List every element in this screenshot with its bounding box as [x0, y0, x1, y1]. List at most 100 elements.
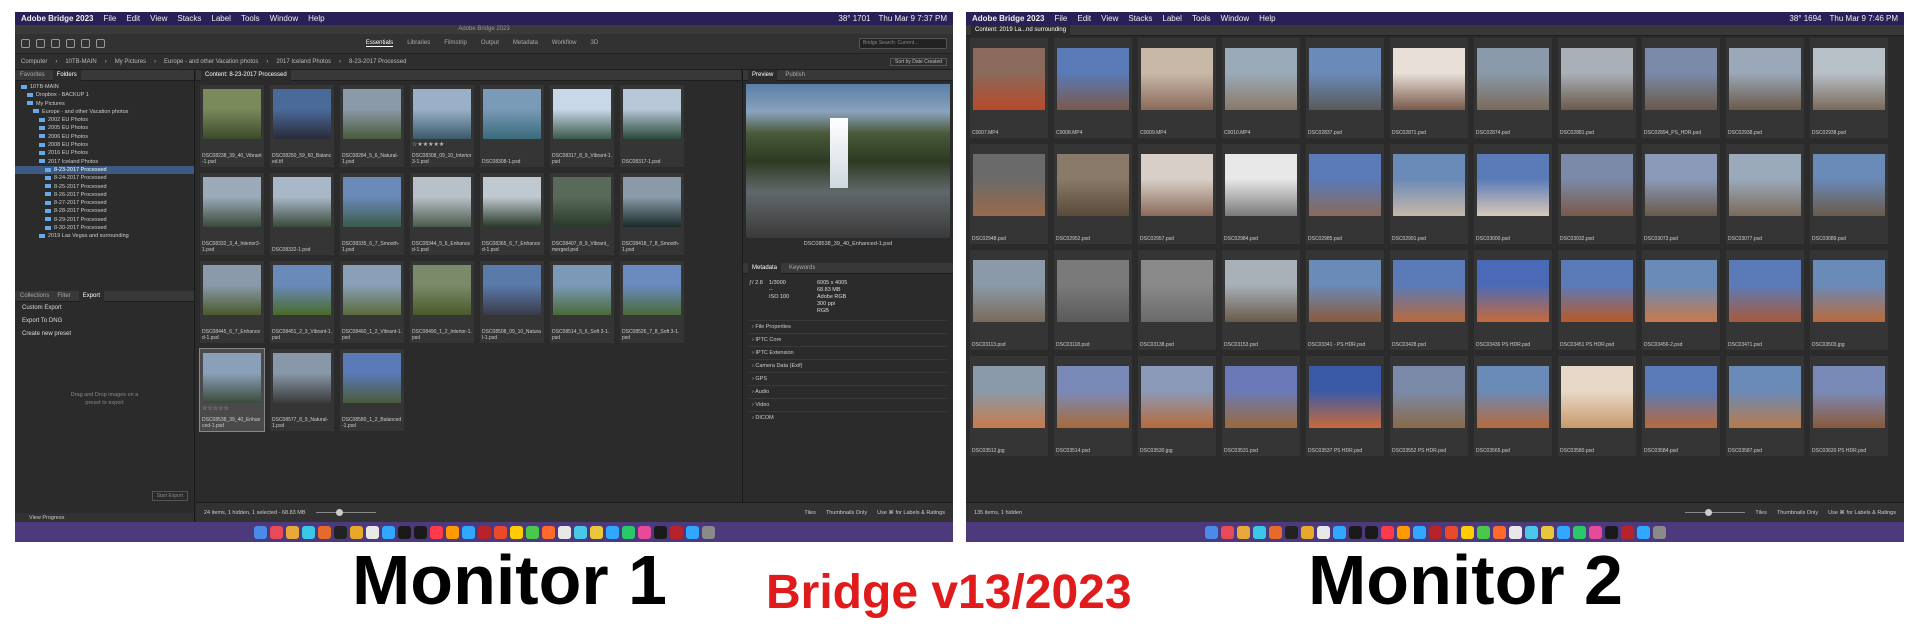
folder-tree-item[interactable]: 2017 Iceland Photos [15, 158, 194, 166]
menu-item[interactable]: View [1101, 14, 1118, 23]
dock-app-icon[interactable] [1428, 525, 1442, 539]
dock-app-icon[interactable] [509, 525, 523, 539]
thumbnail-cell[interactable]: DSC03514.psd [1054, 356, 1132, 456]
menu-item[interactable]: Stacks [1128, 14, 1152, 23]
menu-item[interactable]: File [103, 14, 116, 23]
dock-app-icon[interactable] [1620, 525, 1634, 539]
thumbnail-cell[interactable]: DSC08460_1_2_Vibrant-1.psd [340, 261, 404, 343]
folder-tree-item[interactable]: 8-28-2017 Processed [15, 207, 194, 215]
thumbnail-cell[interactable]: DSC02952.psd [1054, 144, 1132, 244]
thumbnail-cell[interactable]: DSC02938.psd [1726, 38, 1804, 138]
dock-app-icon[interactable] [413, 525, 427, 539]
dock-app-icon[interactable] [589, 525, 603, 539]
dock-app-icon[interactable] [301, 525, 315, 539]
menu-item[interactable]: Help [1259, 14, 1275, 23]
thumbnail-cell[interactable]: DSC08407_8_9_Vibrant_merged.psd [550, 173, 614, 255]
tab-export[interactable]: Export [78, 290, 105, 302]
breadcrumb-item[interactable]: My Pictures [115, 59, 146, 65]
dock-app-icon[interactable] [461, 525, 475, 539]
dock-app-icon[interactable] [1252, 525, 1266, 539]
thumbnail-cell[interactable]: DSC08344_5_6_Enhanced-1.psd [410, 173, 474, 255]
thumbnail-cell[interactable]: DSC08365_6_7_Enhanced-1.psd [480, 173, 544, 255]
thumbnail-cell[interactable]: DSC03153.psd [1222, 250, 1300, 350]
slider-handle[interactable] [1705, 509, 1713, 516]
thumbnail-cell[interactable]: DSC03451 PS HDR.psd [1558, 250, 1636, 350]
folder-tree-item[interactable]: 8-23-2017 Processed [15, 165, 194, 175]
tab-favorites[interactable]: Favorites [20, 72, 45, 78]
dock-app-icon[interactable] [1556, 525, 1570, 539]
thumbnail-cell[interactable]: DSC03471.psd [1726, 250, 1804, 350]
dock-app-icon[interactable] [381, 525, 395, 539]
menu-item[interactable]: File [1054, 14, 1067, 23]
thumbnail-cell[interactable]: DSC02991.psd [1390, 144, 1468, 244]
dock-app-icon[interactable] [397, 525, 411, 539]
folder-tree-item[interactable]: 8-24-2017 Processed [15, 174, 194, 182]
thumbnail-cell[interactable]: DSC02957.psd [1138, 144, 1216, 244]
thumbnail-cell[interactable]: DSC08317_8_9_Vibrant-1.psd [550, 85, 614, 167]
dock-app-icon[interactable] [1524, 525, 1538, 539]
metadata-section[interactable]: › File Properties [749, 320, 947, 333]
folder-tree-item[interactable]: 8-30-2017 Processed [15, 224, 194, 232]
menu-app-name[interactable]: Adobe Bridge 2023 [21, 14, 93, 23]
menu-item[interactable]: Help [308, 14, 324, 23]
thumbnail-cell[interactable]: DSC08317-1.psd [620, 85, 684, 167]
dock-app-icon[interactable] [1460, 525, 1474, 539]
dock-app-icon[interactable] [557, 525, 571, 539]
search-input[interactable]: Bridge Search: Current... [858, 38, 947, 49]
dock-app-icon[interactable] [1236, 525, 1250, 539]
breadcrumb-item[interactable]: 2017 Iceland Photos [276, 59, 331, 65]
folder-tree-item[interactable]: Europe - and other Vacation photos [15, 108, 194, 116]
folder-tree-item[interactable]: 2008 EU Photos [15, 141, 194, 149]
thumbnail-cell[interactable]: DSC03436 PS HDR.psd [1474, 250, 1552, 350]
dock-app-icon[interactable] [1204, 525, 1218, 539]
thumbnail-size-slider[interactable] [315, 509, 376, 516]
export-custom[interactable]: Custom Export [15, 302, 194, 315]
dock-app-icon[interactable] [1220, 525, 1234, 539]
metadata-section[interactable]: › GPS [749, 372, 947, 385]
dock-app-icon[interactable] [525, 525, 539, 539]
dock-app-icon[interactable] [333, 525, 347, 539]
thumbnail-cell[interactable]: DSC03503.jpg [1810, 250, 1888, 350]
dock-app-icon[interactable] [1588, 525, 1602, 539]
dock-app-icon[interactable] [1572, 525, 1586, 539]
menu-item[interactable]: Window [1221, 14, 1249, 23]
thumbnail-cell[interactable]: DSC08332-1.psd [270, 173, 334, 255]
workspace-tab[interactable]: 3D [590, 40, 598, 47]
dock-app-icon[interactable] [1412, 525, 1426, 539]
breadcrumb-item[interactable]: Europe - and other Vacation photos [164, 59, 258, 65]
workspace-tab[interactable]: Output [481, 40, 499, 47]
dock-app-icon[interactable] [1332, 525, 1346, 539]
thumbnail-cell[interactable]: DSC03580.psd [1558, 356, 1636, 456]
thumbnail-cell[interactable]: DSC03077.psd [1726, 144, 1804, 244]
dock-app-icon[interactable] [317, 525, 331, 539]
thumbnail-cell[interactable]: DSC03530.jpg [1138, 356, 1216, 456]
export-drop-zone[interactable]: Drag and Drop images on a preset to expo… [15, 391, 194, 407]
thumbnail-cell[interactable]: DSC08284_5_6_Natural-1.psd [340, 85, 404, 167]
opt-thumbs-only[interactable]: Thumbnails Only [1777, 510, 1818, 516]
thumbnail-cell[interactable]: DSC08451_2_3_Vibrant-1.psd [270, 261, 334, 343]
opt-thumbs-only[interactable]: Thumbnails Only [826, 510, 867, 516]
opt-labels-ratings[interactable]: Use ⌘ for Labels & Ratings [877, 510, 945, 516]
dock-app-icon[interactable] [621, 525, 635, 539]
thumbnail-cell[interactable]: DSC02881.psd [1558, 38, 1636, 138]
tab-metadata[interactable]: Metadata [748, 262, 782, 274]
thumbnail-cell[interactable]: DSC08514_5_6_Soft 3-1.psd [550, 261, 614, 343]
export-dng[interactable]: Export To DNG [15, 315, 194, 328]
thumbnail-cell[interactable]: ☆★★★★★ DSC08308_09_10_Interior3-1.psd [410, 85, 474, 167]
thumbnail-cell[interactable]: DSC08308-1.psd [480, 85, 544, 167]
menu-item[interactable]: Edit [1077, 14, 1091, 23]
folder-tree-item[interactable]: Dropbox - BACKUP 1 [15, 91, 194, 99]
folder-tree-item[interactable]: 8-25-2017 Processed [15, 183, 194, 191]
thumbnail-cell[interactable]: DSC03587.psd [1726, 356, 1804, 456]
thumbnail-cell[interactable]: DSC02948.psd [970, 144, 1048, 244]
camera-icon[interactable] [66, 39, 75, 48]
thumbnail-cell[interactable]: DSC08250_59_60_Balanced.tif [270, 85, 334, 167]
dock-app-icon[interactable] [1348, 525, 1362, 539]
thumbnail-cell[interactable]: DSC08335_6_7_Smooth-1.psd [340, 173, 404, 255]
rating-stars[interactable]: ☆☆☆☆☆ [202, 405, 229, 412]
thumbnail-cell[interactable]: DSC03341 - PS HDR.psd [1306, 250, 1384, 350]
folder-tree-item[interactable]: 8-27-2017 Processed [15, 199, 194, 207]
dock-app-icon[interactable] [253, 525, 267, 539]
dock-app-icon[interactable] [445, 525, 459, 539]
thumbnail-cell[interactable]: DSC03456-2.psd [1642, 250, 1720, 350]
